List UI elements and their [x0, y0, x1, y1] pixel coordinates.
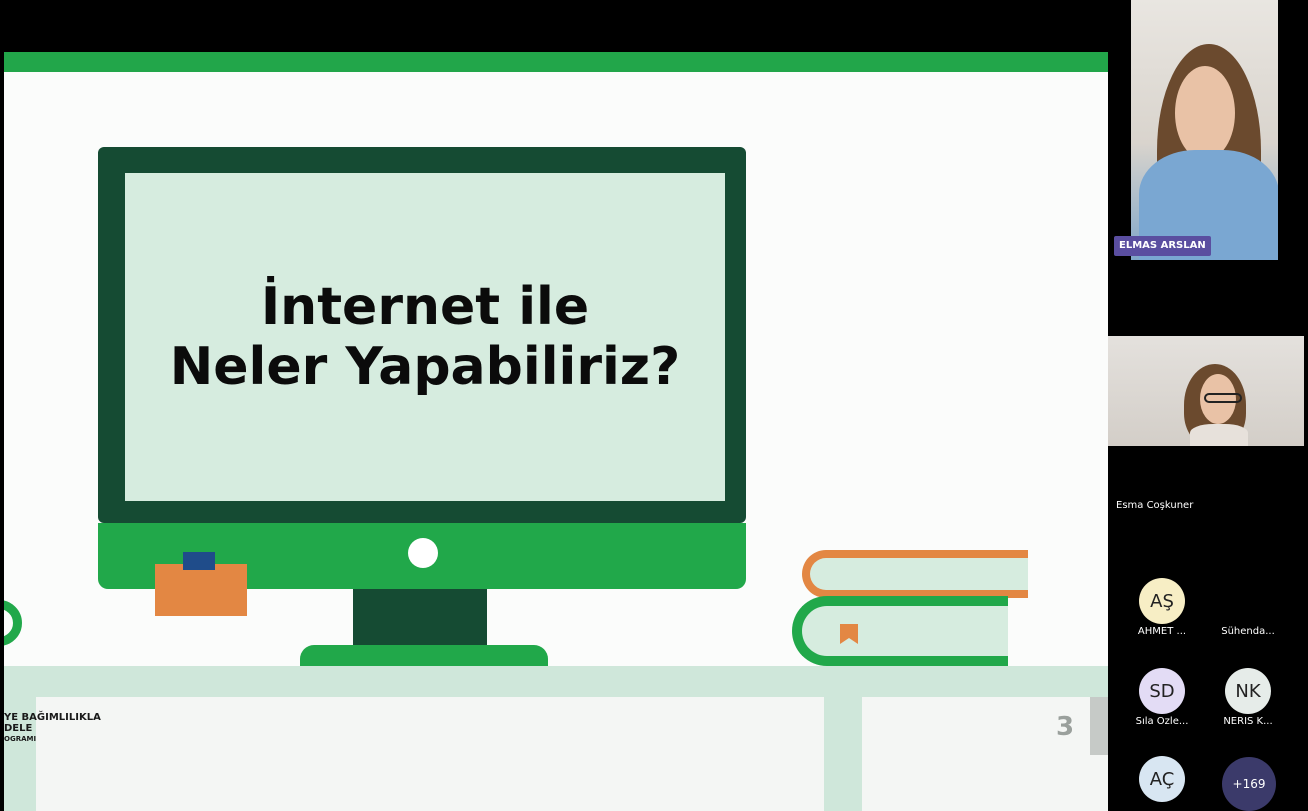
clipboard-illustration	[155, 564, 247, 616]
participant-item[interactable]: AÇ	[1122, 756, 1202, 804]
monitor-power-dot	[408, 538, 438, 568]
slide-title-line2: Neler Yapabiliriz?	[169, 337, 681, 397]
slide-footer-logo: YE BAĞIMLILIKLA DELE OGRAMI	[4, 712, 101, 745]
video-name-label: Esma Coşkuner	[1116, 500, 1194, 511]
monitor-stand-neck	[353, 589, 487, 649]
more-participants-button[interactable]: +169	[1222, 757, 1276, 811]
participant-item[interactable]: AŞ AHMET ...	[1122, 578, 1202, 637]
footer-line1: YE BAĞIMLILIKLA	[4, 712, 101, 723]
person-face	[1175, 66, 1235, 160]
participant-name: AHMET ...	[1137, 626, 1187, 637]
shared-slide: İnternet ile Neler Yapabiliriz? YE BAĞIM…	[4, 52, 1108, 811]
participant-item[interactable]: Sühenda...	[1208, 578, 1288, 637]
meeting-window: İnternet ile Neler Yapabiliriz? YE BAĞIM…	[0, 0, 1308, 811]
footer-line2: DELE	[4, 723, 33, 734]
participant-name: Sıla Özle...	[1135, 716, 1189, 727]
avatar: SD	[1139, 668, 1185, 714]
slide-top-bar	[4, 52, 1108, 72]
avatar: AŞ	[1139, 578, 1185, 624]
participant-item[interactable]: SD Sıla Özle...	[1122, 668, 1202, 727]
footer-line3: OGRAMI	[4, 735, 37, 743]
person-body	[1190, 424, 1248, 446]
monitor-screen: İnternet ile Neler Yapabiliriz?	[125, 173, 725, 501]
participant-name: NERİS K...	[1223, 716, 1273, 727]
book-top-illustration	[802, 550, 1028, 598]
video-tile-esma[interactable]	[1108, 336, 1304, 446]
avatar: NK	[1225, 668, 1271, 714]
slide-page-tab	[1090, 697, 1108, 755]
slide-page-number: 3	[1056, 712, 1075, 742]
participant-item[interactable]: NK NERİS K...	[1208, 668, 1288, 727]
video-tile-elmas[interactable]	[1131, 0, 1278, 260]
clipboard-clip	[183, 552, 215, 570]
slide-title: İnternet ile Neler Yapabiliriz?	[170, 277, 681, 397]
avatar: AÇ	[1139, 756, 1185, 802]
desk-panel-left	[36, 697, 824, 811]
decorative-ring	[4, 600, 22, 646]
monitor-stand-base	[300, 645, 548, 667]
glasses-icon	[1204, 393, 1242, 403]
slide-title-line1: İnternet ile	[260, 277, 590, 337]
participant-name: Sühenda...	[1221, 626, 1275, 637]
book-bottom-illustration	[792, 596, 1008, 666]
video-name-tag: ELMAS ARSLAN	[1114, 236, 1211, 256]
avatar	[1225, 578, 1271, 624]
